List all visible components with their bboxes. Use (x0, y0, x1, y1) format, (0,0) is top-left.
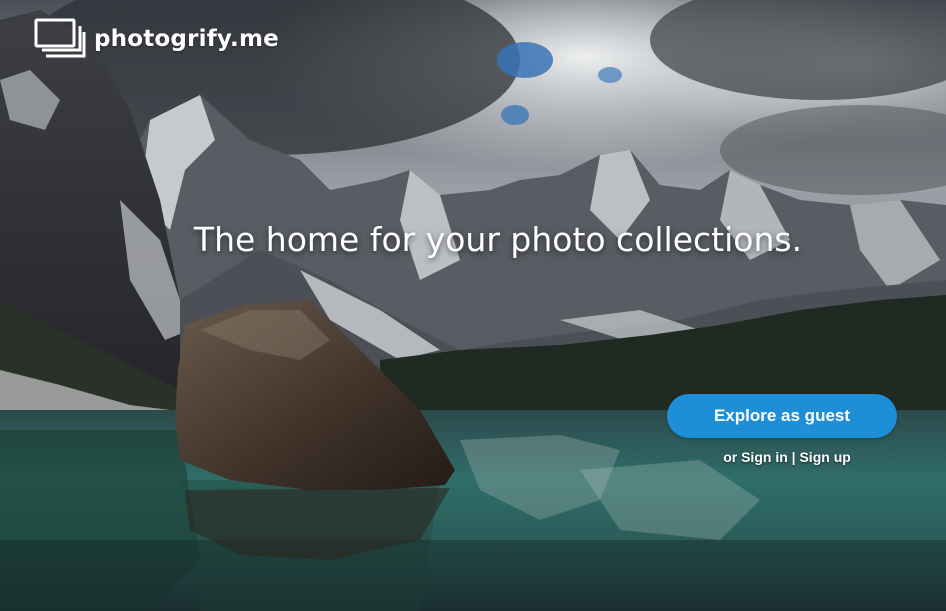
brand-name: photogrify.me (94, 26, 279, 52)
background-photo (0, 0, 946, 611)
auth-links: or Sign in | Sign up (667, 449, 907, 465)
hero-headline: The home for your photo collections. (193, 220, 803, 259)
brand-logo-link[interactable]: photogrify.me (34, 18, 279, 60)
photo-stack-icon (34, 18, 86, 58)
auth-separator: | (791, 449, 796, 465)
sign-up-link[interactable]: Sign up (799, 449, 850, 465)
or-text: or (723, 449, 738, 465)
sign-in-link[interactable]: Sign in (741, 449, 788, 465)
explore-as-guest-button[interactable]: Explore as guest (667, 394, 897, 438)
landing-page: photogrify.me The home for your photo co… (0, 0, 946, 611)
